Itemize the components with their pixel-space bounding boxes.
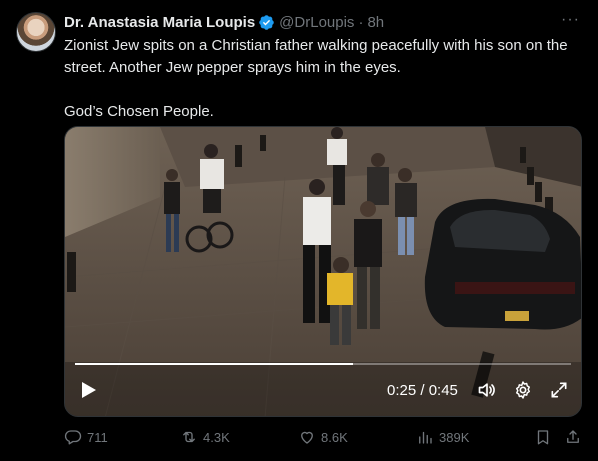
tweet-text: Zionist Jew spits on a Christian father … xyxy=(64,35,584,123)
post-time[interactable]: 8h xyxy=(367,14,384,31)
more-options-icon[interactable]: ··· xyxy=(561,12,580,28)
volume-icon[interactable] xyxy=(477,380,497,400)
play-icon[interactable] xyxy=(81,381,97,404)
share-button[interactable] xyxy=(564,428,582,446)
share-icon xyxy=(567,430,579,443)
video-player[interactable]: 0:25 / 0:45 xyxy=(64,126,582,417)
video-timecode: 0:25 / 0:45 xyxy=(387,382,458,399)
bookmark-icon xyxy=(537,430,549,445)
tweet-actions: 711 4.3K 8.6K 389K xyxy=(64,428,586,448)
views-button[interactable]: 389K xyxy=(416,428,469,446)
handle[interactable]: @DrLoupis xyxy=(279,14,354,31)
tweet-text-line: Zionist Jew spits on a Christian father … xyxy=(64,37,568,76)
views-count: 389K xyxy=(439,429,470,445)
bookmark-button[interactable] xyxy=(534,428,552,446)
like-count: 8.6K xyxy=(321,429,348,445)
repost-button[interactable]: 4.3K xyxy=(180,428,230,446)
reply-button[interactable]: 711 xyxy=(64,428,108,446)
reply-count: 711 xyxy=(87,429,108,445)
tweet-text-line: God’s Chosen People. xyxy=(64,103,214,120)
heart-icon xyxy=(301,431,313,444)
tweet-header: Dr. Anastasia Maria Loupis @DrLoupis · 8… xyxy=(64,12,384,32)
like-button[interactable]: 8.6K xyxy=(298,428,348,446)
video-controls: 0:25 / 0:45 xyxy=(65,364,581,416)
settings-icon[interactable] xyxy=(513,380,533,400)
reply-icon xyxy=(64,430,82,445)
verified-badge-icon[interactable] xyxy=(258,14,275,31)
repost-count: 4.3K xyxy=(203,429,230,445)
views-icon xyxy=(419,431,432,444)
separator-dot: · xyxy=(358,13,364,31)
fullscreen-icon[interactable] xyxy=(549,380,569,400)
repost-icon xyxy=(183,431,195,443)
profile-avatar[interactable] xyxy=(16,12,56,52)
display-name[interactable]: Dr. Anastasia Maria Loupis xyxy=(64,14,255,31)
